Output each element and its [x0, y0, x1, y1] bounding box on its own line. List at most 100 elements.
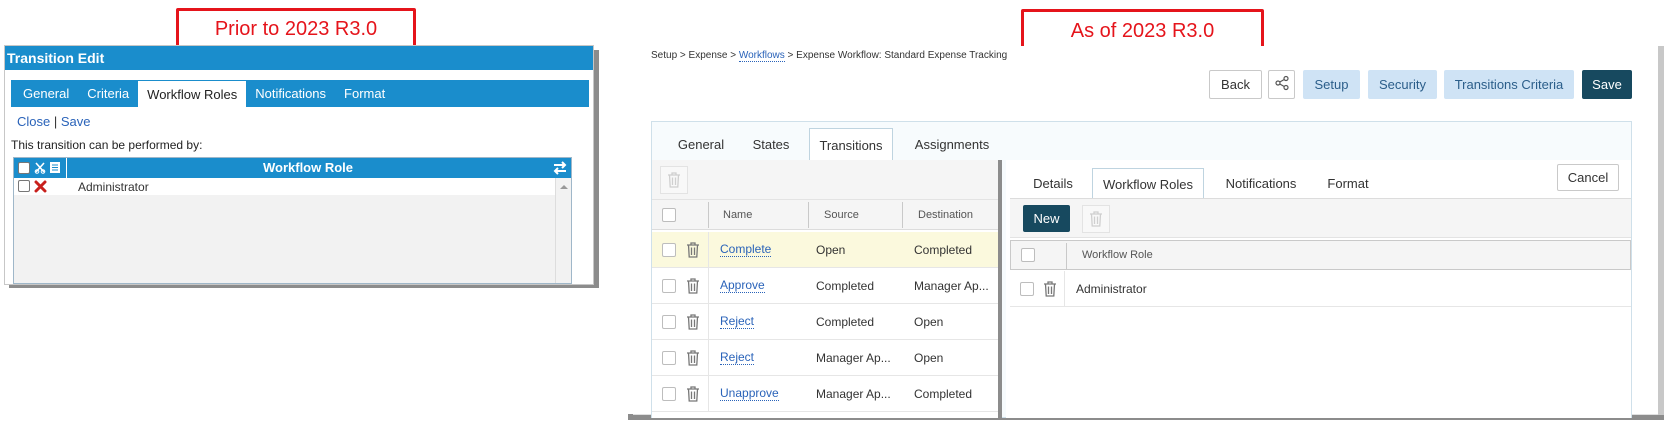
old-action-links: Close | Save	[17, 114, 91, 129]
old-tab-criteria[interactable]: Criteria	[78, 80, 138, 107]
breadcrumb-workflows-link[interactable]: Workflows	[738, 50, 785, 62]
roles-delete-button[interactable]	[1082, 205, 1110, 233]
trash-icon[interactable]	[686, 242, 700, 258]
trash-icon	[668, 172, 680, 188]
transition-destination: Completed	[914, 243, 973, 257]
col-name[interactable]: Name	[723, 200, 752, 230]
transitions-criteria-label: Transitions Criteria	[1454, 77, 1564, 92]
old-select-all-checkbox[interactable]	[18, 162, 30, 174]
breadcrumb-prefix: Setup > Expense >	[651, 50, 739, 61]
old-panel-title: Transition Edit	[5, 46, 593, 70]
trash-icon[interactable]	[686, 386, 700, 402]
col-workflow-role[interactable]: Workflow Role	[1082, 241, 1153, 271]
transition-source: Manager Ap...	[816, 351, 891, 365]
security-button[interactable]: Security	[1368, 70, 1437, 99]
old-grid-scrollbar[interactable]	[555, 178, 571, 283]
detail-tab-notifications[interactable]: Notifications	[1214, 168, 1308, 198]
transitions-table-header: Name Source Destination	[652, 200, 998, 230]
transition-destination: Completed	[914, 387, 973, 401]
transition-source: Manager Ap...	[816, 387, 891, 401]
share-button[interactable]	[1268, 70, 1295, 99]
transition-name-link[interactable]: Approve	[720, 278, 765, 293]
trash-icon[interactable]	[686, 350, 700, 366]
old-list-icon[interactable]	[49, 161, 61, 177]
transitions-select-all-checkbox[interactable]	[662, 208, 676, 222]
col-destination[interactable]: Destination	[918, 200, 973, 230]
row-divider	[708, 304, 709, 340]
header-divider	[708, 202, 709, 228]
table-row[interactable]: Complete Open Completed	[652, 232, 998, 268]
header-divider[interactable]	[902, 202, 903, 228]
old-tab-format[interactable]: Format	[335, 80, 394, 107]
old-row-checkbox[interactable]	[18, 180, 30, 192]
row-divider	[708, 376, 709, 412]
trash-icon[interactable]	[686, 314, 700, 330]
roles-select-all-checkbox[interactable]	[1021, 248, 1035, 262]
transition-source: Open	[816, 243, 846, 257]
tab-general[interactable]: General	[668, 128, 734, 160]
transition-name-link[interactable]: Unapprove	[720, 386, 779, 401]
trash-icon	[1090, 211, 1102, 227]
transition-name-link[interactable]: Reject	[720, 350, 755, 365]
workflow-roles-toolbar: New	[1010, 198, 1631, 238]
old-tab-general[interactable]: General	[14, 80, 78, 107]
cancel-button[interactable]: Cancel	[1557, 164, 1619, 191]
trash-icon[interactable]	[1043, 281, 1057, 297]
row-checkbox[interactable]	[662, 387, 676, 401]
transition-name-link[interactable]: Complete	[720, 242, 772, 257]
transitions-delete-button[interactable]	[660, 166, 688, 194]
old-delete-x-icon[interactable]	[34, 180, 47, 196]
detail-tab-details[interactable]: Details	[1025, 168, 1081, 198]
tab-states[interactable]: States	[742, 128, 800, 160]
old-delete-scissors-icon[interactable]	[34, 161, 46, 177]
workflow-role-name: Administrator	[1076, 282, 1147, 296]
trash-icon[interactable]	[686, 278, 700, 294]
new-label: New	[1033, 211, 1060, 226]
row-divider	[708, 232, 709, 268]
detail-tab-format[interactable]: Format	[1318, 168, 1378, 198]
detail-tab-workflow-roles[interactable]: Workflow Roles	[1092, 168, 1204, 199]
row-checkbox[interactable]	[662, 315, 676, 329]
row-checkbox[interactable]	[662, 351, 676, 365]
old-tab-workflow-roles[interactable]: Workflow Roles	[138, 81, 247, 107]
old-col-workflow-role: Workflow Role	[66, 158, 549, 178]
old-tab-notifications[interactable]: Notifications	[246, 80, 335, 107]
workflow-roles-header: Workflow Role	[1010, 240, 1631, 270]
col-source[interactable]: Source	[824, 200, 859, 230]
transitions-pane: Name Source Destination Complete Open Co…	[652, 160, 1002, 418]
transition-destination: Open	[914, 351, 944, 365]
old-swap-arrows-icon[interactable]	[552, 160, 568, 179]
header-divider	[1066, 243, 1067, 269]
row-checkbox[interactable]	[662, 243, 676, 257]
old-close-link[interactable]: Close	[17, 114, 50, 129]
old-tab-bar: General Criteria Workflow Roles Notifica…	[11, 80, 589, 107]
back-button[interactable]: Back	[1209, 70, 1262, 99]
tab-transitions[interactable]: Transitions	[809, 128, 893, 161]
table-row[interactable]: Administrator	[1010, 271, 1631, 307]
tab-assignments[interactable]: Assignments	[904, 128, 1000, 160]
new-button[interactable]: New	[1023, 205, 1070, 232]
header-divider[interactable]	[808, 202, 809, 228]
row-checkbox[interactable]	[662, 279, 676, 293]
old-workflow-role-grid: Workflow Role Administrator	[13, 157, 572, 284]
transition-source: Completed	[816, 315, 875, 329]
share-icon	[1274, 75, 1290, 94]
transitions-toolbar	[652, 160, 998, 200]
old-grid-row: Administrator	[14, 178, 571, 195]
table-row[interactable]: Approve Completed Manager Ap...	[652, 268, 998, 304]
setup-label: Setup	[1314, 77, 1349, 92]
table-row[interactable]: Reject Manager Ap... Open	[652, 340, 998, 376]
back-label: Back	[1221, 77, 1250, 92]
row-checkbox[interactable]	[1020, 282, 1034, 296]
save-button[interactable]: Save	[1582, 70, 1632, 99]
transition-name-link[interactable]: Reject	[720, 314, 755, 329]
old-transition-edit-panel: Transition Edit General Criteria Workflo…	[4, 45, 594, 285]
transitions-criteria-button[interactable]: Transitions Criteria	[1444, 70, 1574, 99]
table-row[interactable]: Reject Completed Open	[652, 304, 998, 340]
transition-source: Completed	[816, 279, 875, 293]
table-row[interactable]: Unapprove Manager Ap... Completed	[652, 376, 998, 412]
breadcrumb: Setup > Expense > Workflows > Expense Wo…	[651, 50, 1007, 62]
old-save-link[interactable]: Save	[61, 114, 91, 129]
old-link-separator: |	[53, 114, 58, 129]
setup-button[interactable]: Setup	[1303, 70, 1360, 99]
